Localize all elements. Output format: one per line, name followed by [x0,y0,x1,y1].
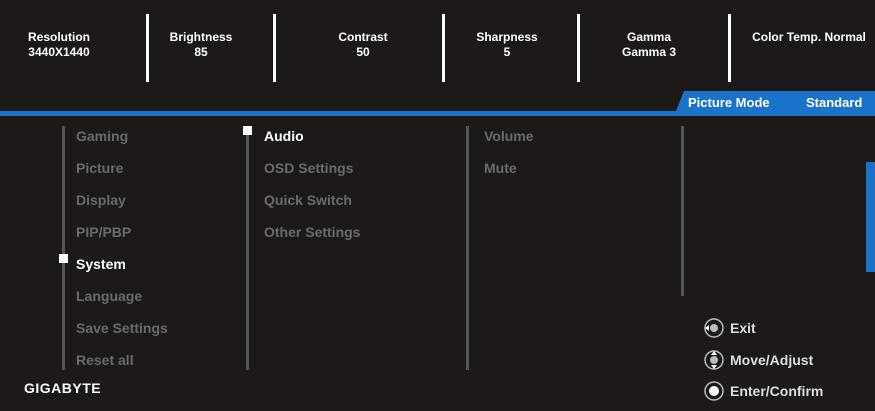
header-sharpness: Sharpness 5 [466,30,548,60]
header-color-temp-title: Color Temp. Normal [752,30,866,44]
header-contrast: Contrast 50 [322,30,404,60]
menu-item-language[interactable]: Language [76,288,142,304]
header-divider [728,14,731,82]
picture-mode-value: Standard [806,95,863,110]
header-divider [577,14,580,82]
header-resolution-title: Resolution [28,30,90,44]
menu-col3-line [466,126,469,370]
header-divider [273,14,276,82]
header-sharpness-title: Sharpness [476,30,538,44]
help-move-adjust-label: Move/Adjust [730,352,814,369]
header-brightness-title: Brightness [169,30,233,44]
selection-marker [243,126,252,135]
option-mute[interactable]: Mute [484,160,517,176]
help-move-adjust: Move/Adjust [704,350,813,373]
header-gamma-title: Gamma [626,30,672,44]
selection-marker [59,254,68,263]
header-sharpness-value: 5 [503,45,511,59]
scroll-indicator [866,162,875,272]
header-gamma-value: Gamma 3 [621,45,677,59]
menu-col2-line [246,126,249,370]
menu-item-save-settings[interactable]: Save Settings [76,320,168,336]
submenu-item-audio[interactable]: Audio [264,128,304,144]
help-exit: Exit [704,318,756,341]
joystick-press-icon [704,381,724,404]
header-resolution: Resolution 3440X1440 [18,30,100,60]
picture-mode-label: Picture Mode [688,95,770,110]
header-color-temp: Color Temp. Normal [744,30,874,45]
joystick-updown-icon [704,350,724,373]
menu-col4-line [681,126,684,296]
header-contrast-title: Contrast [338,30,388,44]
submenu-item-quick-switch[interactable]: Quick Switch [264,192,352,208]
gigabyte-logo: GIGABYTE [24,380,102,396]
menu-col1-line [62,126,65,370]
help-enter-confirm: Enter/Confirm [704,381,823,404]
submenu-item-other-settings[interactable]: Other Settings [264,224,360,240]
submenu-item-osd-settings[interactable]: OSD Settings [264,160,353,176]
menu-item-system[interactable]: System [76,256,126,272]
header-resolution-value: 3440X1440 [28,45,90,59]
header-contrast-value: 50 [356,45,370,59]
menu-item-reset-all[interactable]: Reset all [76,352,134,368]
menu-item-picture[interactable]: Picture [76,160,123,176]
menu-item-pip-pbp[interactable]: PIP/PBP [76,224,131,240]
menu-item-display[interactable]: Display [76,192,126,208]
header-divider [442,14,445,82]
menu-item-gaming[interactable]: Gaming [76,128,128,144]
option-volume[interactable]: Volume [484,128,534,144]
header-brightness-value: 85 [194,45,208,59]
header-brightness: Brightness 85 [160,30,242,60]
header-gamma: Gamma Gamma 3 [608,30,690,60]
help-exit-label: Exit [730,320,756,337]
joystick-left-icon [704,318,724,341]
header-divider [146,14,149,82]
help-enter-confirm-label: Enter/Confirm [730,383,824,400]
